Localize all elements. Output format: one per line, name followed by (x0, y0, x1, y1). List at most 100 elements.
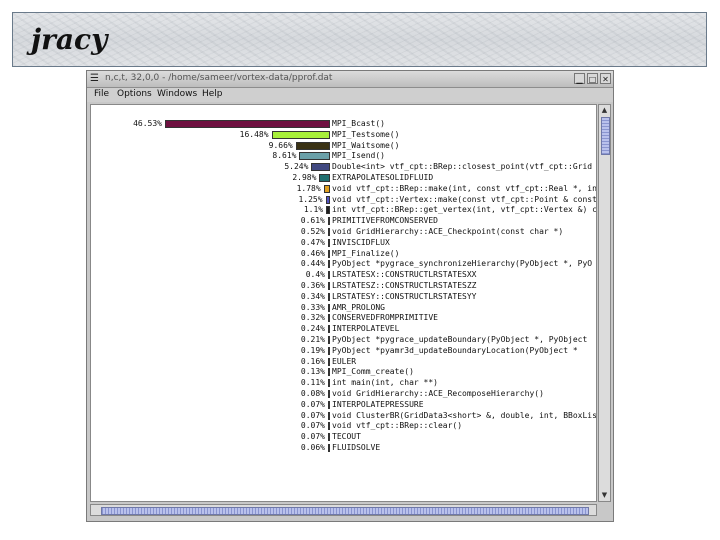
profile-bar[interactable] (328, 444, 330, 452)
profile-row[interactable]: 0.24% INTERPOLATEVEL (91, 324, 596, 334)
profile-row[interactable]: 0.08% void GridHierarchy::ACE_RecomposeHi… (91, 389, 596, 399)
profile-bar[interactable] (328, 292, 330, 301)
profile-row[interactable]: 0.13% MPI_Comm_create() (91, 367, 596, 377)
profile-row[interactable]: 1.1% int vtf_cpt::BRep::get_vertex(int, v… (91, 205, 596, 215)
profile-bar[interactable] (299, 152, 330, 161)
profile-bar[interactable] (328, 390, 330, 398)
maximize-icon[interactable]: □ (587, 73, 598, 84)
window-titlebar[interactable]: ☰ n,c,t, 32,0,0 - /home/sameer/vortex-da… (87, 71, 613, 88)
profile-row[interactable]: 0.34% LRSTATESY::CONSTRUCTLRSTATESYY (91, 292, 596, 302)
profile-row[interactable]: 1.78% void vtf_cpt::BRep::make(int, const… (91, 184, 596, 194)
profile-bar[interactable] (165, 120, 330, 128)
profile-function-name[interactable]: Double<int> vtf_cpt::BRep::closest_point… (332, 162, 596, 172)
profile-bar[interactable] (328, 433, 330, 442)
profile-function-name[interactable]: PyObject *pyamr3d_updateBoundaryLocation… (332, 346, 578, 356)
profile-row[interactable]: 0.61% PRIMITIVEFROMCONSERVED (91, 216, 596, 226)
profile-function-name[interactable]: TECOUT (332, 432, 361, 442)
profile-bar[interactable] (311, 163, 330, 172)
profile-bar[interactable] (328, 314, 330, 323)
profile-bar[interactable] (328, 357, 330, 366)
profile-function-name[interactable]: PyObject *pygrace_synchronizeHierarchy(P… (332, 259, 592, 269)
profile-bar[interactable] (328, 411, 330, 420)
profile-row[interactable]: 0.52% void GridHierarchy::ACE_Checkpoint(… (91, 227, 596, 237)
profile-row[interactable]: 0.19% PyObject *pyamr3d_updateBoundaryLoc… (91, 346, 596, 356)
profile-function-name[interactable]: PRIMITIVEFROMCONSERVED (332, 216, 438, 226)
profile-function-name[interactable]: int vtf_cpt::BRep::get_vertex(int, vtf_c… (332, 205, 596, 215)
profile-function-name[interactable]: CONSERVEDFROMPRIMITIVE (332, 313, 438, 323)
profile-function-name[interactable]: void vtf_cpt::BRep::clear() (332, 421, 462, 431)
vertical-scroll-thumb[interactable] (601, 117, 610, 155)
profile-row[interactable]: 5.24% Double<int> vtf_cpt::BRep::closest_… (91, 162, 596, 172)
profile-function-name[interactable]: EULER (332, 357, 356, 367)
profile-bar[interactable] (328, 400, 330, 409)
window-menu-icon[interactable]: ☰ (90, 73, 102, 84)
vertical-scrollbar[interactable]: ▲ ▼ (598, 104, 611, 502)
profile-function-name[interactable]: void GridHierarchy::ACE_RecomposeHierarc… (332, 389, 544, 399)
horizontal-scrollbar[interactable] (90, 504, 597, 516)
profile-function-name[interactable]: INTERPOLATEVEL (332, 324, 399, 334)
profile-row[interactable]: 1.25% void vtf_cpt::Vertex::make(const vt… (91, 195, 596, 205)
profile-function-name[interactable]: MPI_Finalize() (332, 249, 399, 259)
profile-bar[interactable] (328, 228, 330, 236)
menu-file[interactable]: File (94, 89, 109, 99)
profile-row[interactable]: 0.4% LRSTATESX::CONSTRUCTLRSTATESXX (91, 270, 596, 280)
profile-row[interactable]: 0.21% PyObject *pygrace_updateBoundary(Py… (91, 335, 596, 345)
profile-row[interactable]: 0.07% TECOUT (91, 432, 596, 442)
menu-help[interactable]: Help (202, 89, 223, 99)
profile-function-name[interactable]: MPI_Waitsome() (332, 141, 399, 151)
profile-bar[interactable] (328, 336, 330, 344)
profile-function-name[interactable]: MPI_Isend() (332, 151, 385, 161)
profile-row[interactable]: 0.07% void vtf_cpt::BRep::clear() (91, 421, 596, 431)
profile-function-name[interactable]: LRSTATESZ::CONSTRUCTLRSTATESZZ (332, 281, 477, 291)
menu-options[interactable]: Options (117, 89, 152, 99)
profile-bar[interactable] (328, 368, 330, 377)
profile-bar[interactable] (325, 195, 330, 204)
horizontal-scroll-thumb[interactable] (101, 507, 589, 515)
profile-bar[interactable] (328, 260, 330, 269)
profile-row[interactable]: 0.16% EULER (91, 357, 596, 367)
profile-bar[interactable] (323, 184, 330, 193)
menu-windows[interactable]: Windows (157, 89, 197, 99)
profile-row[interactable]: 0.07% void ClusterBR(GridData3<short> &, … (91, 411, 596, 421)
profile-bar[interactable] (319, 174, 330, 182)
profile-bar[interactable] (328, 346, 330, 355)
profile-row[interactable]: 2.98% EXTRAPOLATESOLIDFLUID (91, 173, 596, 183)
profile-function-name[interactable]: AMR_PROLONG (332, 303, 385, 313)
profile-function-name[interactable]: LRSTATESY::CONSTRUCTLRSTATESYY (332, 292, 477, 302)
profile-bar[interactable] (328, 303, 330, 312)
profile-bar[interactable] (328, 249, 330, 258)
profile-bar[interactable] (328, 238, 330, 247)
profile-function-name[interactable]: MPI_Bcast() (332, 119, 385, 129)
profile-function-name[interactable]: MPI_Testsome() (332, 130, 399, 140)
profile-row[interactable]: 0.07% INTERPOLATEPRESSURE (91, 400, 596, 410)
profile-row[interactable]: 0.44% PyObject *pygrace_synchronizeHierar… (91, 259, 596, 269)
scroll-up-icon[interactable]: ▲ (600, 106, 609, 115)
profile-bar[interactable] (328, 282, 330, 290)
profile-row[interactable]: 9.66% MPI_Waitsome() (91, 141, 596, 151)
profile-function-name[interactable]: PyObject *pygrace_updateBoundary(PyObjec… (332, 335, 587, 345)
profile-row[interactable]: 0.47% INVISCIDFLUX (91, 238, 596, 248)
profile-function-name[interactable]: INVISCIDFLUX (332, 238, 390, 248)
profile-row[interactable]: 46.53% MPI_Bcast() (91, 119, 596, 129)
profile-bar[interactable] (327, 217, 330, 226)
profile-function-name[interactable]: MPI_Comm_create() (332, 367, 414, 377)
profile-row[interactable]: 0.33% AMR_PROLONG (91, 303, 596, 313)
profile-bar[interactable] (295, 141, 330, 150)
profile-function-name[interactable]: void ClusterBR(GridData3<short> &, doubl… (332, 411, 596, 421)
profile-row[interactable]: 8.61% MPI_Isend() (91, 151, 596, 161)
profile-function-name[interactable]: void GridHierarchy::ACE_Checkpoint(const… (332, 227, 563, 237)
profile-function-name[interactable]: INTERPOLATEPRESSURE (332, 400, 424, 410)
profile-bar[interactable] (328, 271, 330, 280)
profile-bar[interactable] (271, 130, 330, 139)
profile-function-name[interactable]: void vtf_cpt::BRep::make(int, const vtf_… (332, 184, 596, 194)
profile-function-name[interactable]: void vtf_cpt::Vertex::make(const vtf_cpt… (332, 195, 596, 205)
profile-row[interactable]: 16.48% MPI_Testsome() (91, 130, 596, 140)
profile-bar[interactable] (328, 325, 330, 334)
close-icon[interactable]: ✕ (600, 73, 611, 84)
profile-row[interactable]: 0.32% CONSERVEDFROMPRIMITIVE (91, 313, 596, 323)
profile-row[interactable]: 0.11% int main(int, char **) (91, 378, 596, 388)
profile-bar[interactable] (328, 379, 330, 388)
profile-bar[interactable] (328, 422, 330, 431)
profile-function-name[interactable]: EXTRAPOLATESOLIDFLUID (332, 173, 433, 183)
minimize-icon[interactable]: ▁ (574, 73, 585, 84)
